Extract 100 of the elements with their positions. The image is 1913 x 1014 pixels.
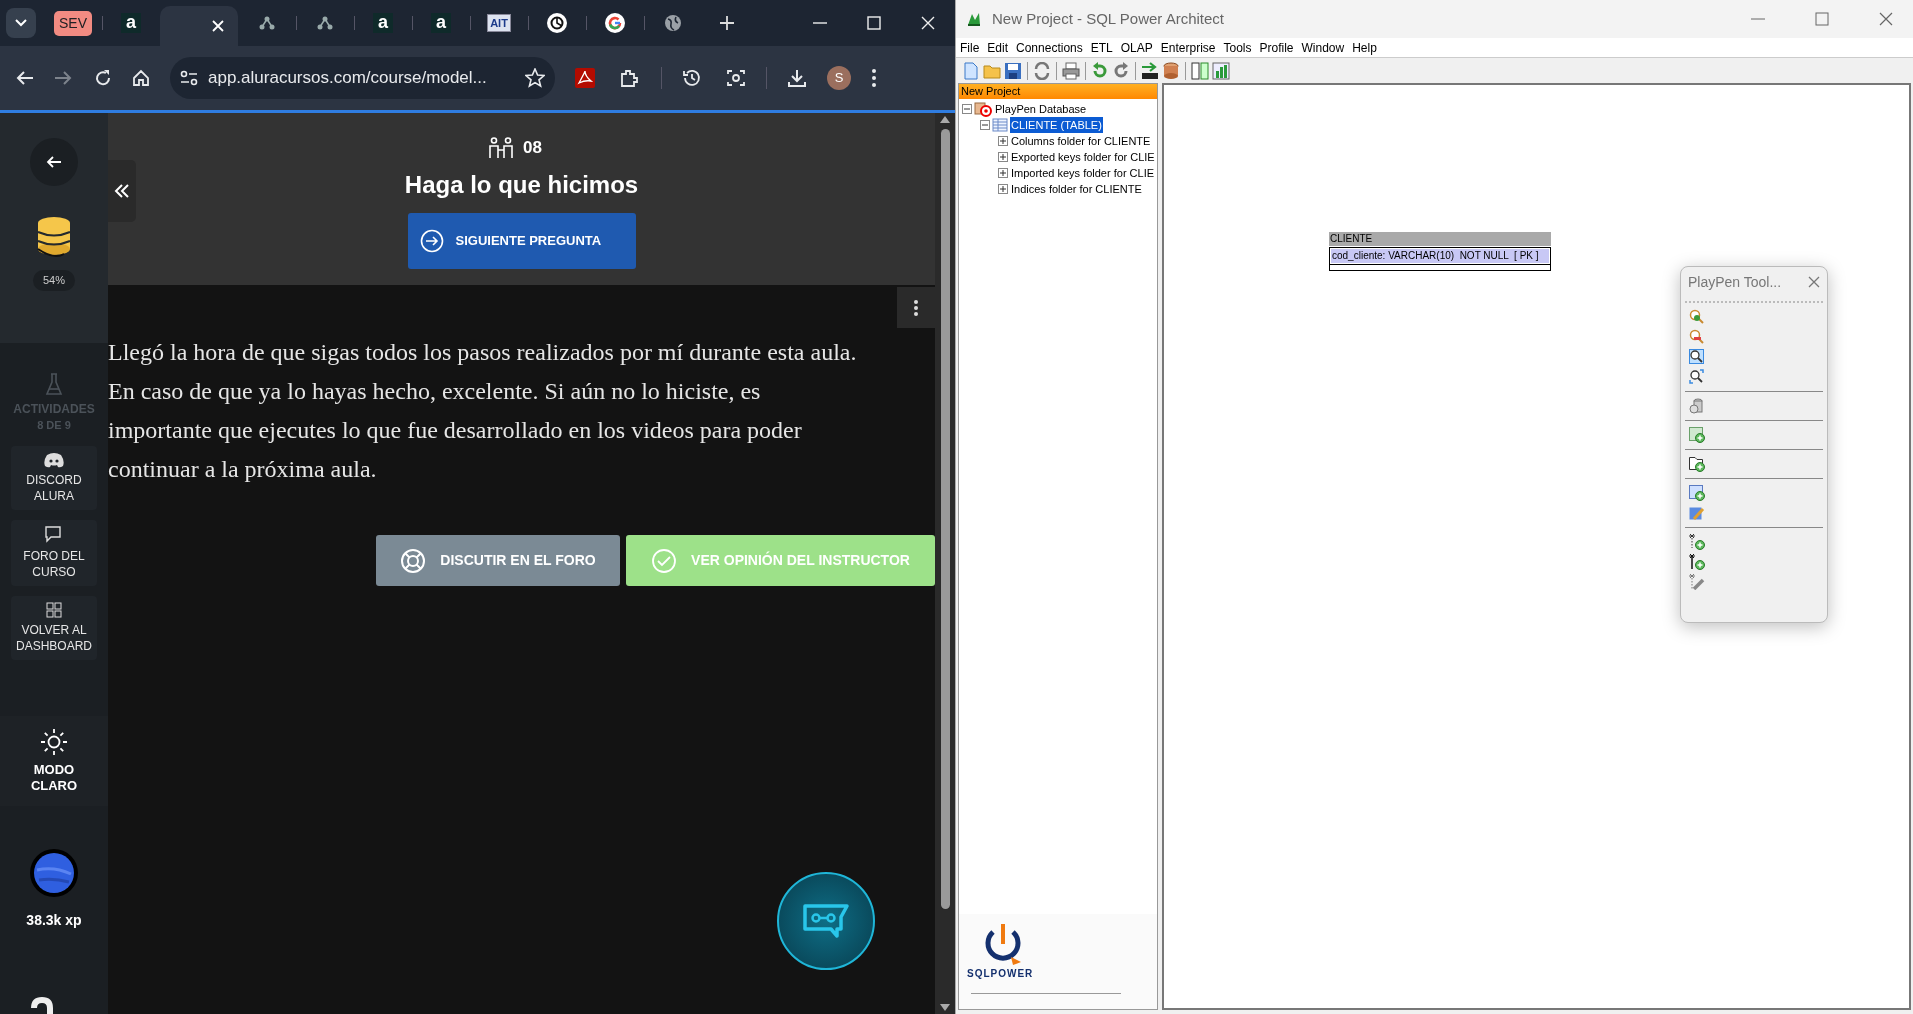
network-icon	[317, 16, 333, 30]
add-identifying-relationship-icon[interactable]	[1689, 554, 1705, 570]
more-icon[interactable]	[871, 68, 877, 88]
sidebar-label: FORO DEL CURSO	[22, 547, 86, 580]
entity-table-header[interactable]: CLIENTE	[1329, 232, 1551, 246]
options-button[interactable]	[897, 287, 935, 328]
menu-item[interactable]: Profile	[1259, 38, 1294, 57]
lesson-paragraph: Llegó la hora de que sigas todos los pasos realizados por mí durante esta aula. En caso de que ya lo hayas hecho, excelente. Si aún no lo hiciste, es importante que ejecutes lo que fue desarrollado en los videos para poder continuar a la próxima aula.	[108, 338, 858, 484]
edit-icon[interactable]	[1689, 505, 1705, 521]
xp-count: 38.3k xp	[26, 910, 82, 930]
tree-item[interactable]: CLIENTE (TABLE)	[1010, 116, 1103, 134]
next-question-button[interactable]: SIGUIENTE PREGUNTA	[407, 212, 636, 269]
menu-item[interactable]: Help	[1352, 38, 1377, 57]
pdf-icon[interactable]	[575, 68, 595, 88]
chat-icon	[45, 525, 63, 544]
chat-bubble-icon	[801, 903, 851, 939]
menu-item[interactable]: Tools	[1223, 38, 1252, 57]
tree-item[interactable]: PlayPen Database	[994, 100, 1088, 118]
menu-item[interactable]: File	[960, 38, 980, 57]
menu-item[interactable]: Connections	[1016, 38, 1083, 57]
check-circle-icon	[651, 547, 678, 574]
entity-table-body[interactable]: cod_cliente: VARCHAR(10) NOT NULL [ PK ]	[1329, 247, 1551, 271]
menu-item[interactable]: Window	[1301, 38, 1345, 57]
edit-relationship-icon[interactable]	[1689, 574, 1705, 590]
extensions-icon[interactable]	[619, 68, 639, 88]
back-button[interactable]	[30, 138, 78, 186]
redo-icon[interactable]	[1112, 61, 1130, 80]
url-text: app.aluracursos.com/course/model...	[208, 67, 488, 90]
expand-toggle-icon[interactable]	[998, 152, 1008, 162]
browser-tab[interactable]: AIT	[470, 7, 528, 39]
google-logo-icon	[605, 13, 625, 33]
add-folder-icon[interactable]	[1689, 456, 1705, 472]
screenshot-icon[interactable]	[726, 68, 746, 88]
collapse-button[interactable]	[108, 160, 136, 222]
menu-item[interactable]: ETL	[1090, 38, 1113, 57]
download-icon[interactable]	[787, 68, 807, 88]
sun-icon	[40, 727, 68, 756]
home-icon[interactable]	[132, 69, 150, 87]
lesson-title: Haga lo que hicimos	[404, 169, 639, 200]
compare-icon[interactable]	[1191, 61, 1209, 80]
print-icon[interactable]	[1062, 61, 1080, 80]
address-bar[interactable]: app.aluracursos.com/course/model...	[170, 57, 555, 99]
back-icon[interactable]	[16, 70, 34, 86]
database-icon[interactable]	[1689, 398, 1705, 414]
database-icon	[36, 216, 72, 258]
save-icon[interactable]	[1004, 61, 1022, 80]
sql-export-icon[interactable]	[1141, 61, 1159, 80]
scroll-down-icon[interactable]	[940, 1004, 950, 1012]
collapse-toggle-icon[interactable]	[980, 120, 990, 130]
star-icon[interactable]	[525, 68, 545, 88]
tab-favicon: a	[373, 13, 393, 33]
profile-avatar[interactable]: S	[827, 66, 851, 90]
zoom-fit-icon[interactable]	[1689, 349, 1705, 365]
undo-icon[interactable]	[1091, 61, 1109, 80]
site-settings-icon[interactable]	[180, 70, 198, 86]
double-chevron-left-icon	[114, 184, 130, 198]
browser-tab[interactable]: SEV	[44, 7, 102, 39]
tab-favicon: AIT	[487, 13, 511, 33]
planet-avatar-icon	[29, 847, 79, 898]
expand-toggle-icon[interactable]	[998, 168, 1008, 178]
sidebar-item[interactable]: FORO DEL CURSO	[11, 519, 97, 586]
tree-item[interactable]: Imported keys folder for CLIE	[1010, 164, 1156, 182]
new-tab-icon[interactable]	[720, 16, 734, 30]
task-number: 08	[523, 137, 542, 159]
zoom-in-icon[interactable]	[1689, 309, 1705, 325]
collapse-toggle-icon[interactable]	[962, 104, 972, 114]
add-table-icon[interactable]	[1689, 427, 1705, 443]
panel-title: New Project	[961, 85, 1021, 97]
action-button[interactable]: DISCUTIR EN EL FORO	[376, 535, 620, 586]
sidebar-item[interactable]: DISCORD ALURA	[11, 445, 97, 510]
discord-icon	[44, 451, 64, 468]
zoom-selection-icon[interactable]	[1689, 369, 1705, 385]
kebab-menu-icon	[913, 298, 919, 317]
forward-icon[interactable]	[54, 70, 72, 86]
back-arrow-icon	[46, 155, 62, 169]
add-relationship-icon[interactable]	[1689, 534, 1705, 550]
refresh-icon[interactable]	[1033, 61, 1051, 80]
database-icon[interactable]	[1162, 61, 1180, 80]
scrollbar-thumb[interactable]	[940, 129, 950, 909]
expand-toggle-icon[interactable]	[998, 184, 1008, 194]
menu-item[interactable]: Enterprise	[1160, 38, 1216, 57]
browser-tab[interactable]: a	[412, 7, 470, 39]
add-index-icon[interactable]	[1689, 485, 1705, 501]
tree-item[interactable]: Exported keys folder for CLIE	[1010, 148, 1156, 166]
history-icon[interactable]	[682, 68, 702, 88]
menu-item[interactable]: Edit	[987, 38, 1009, 57]
database-target-icon	[974, 101, 992, 117]
tab-list-button[interactable]	[6, 8, 36, 38]
zoom-out-icon[interactable]	[1689, 329, 1705, 345]
browser-tab[interactable]: a	[102, 7, 160, 39]
menu-item[interactable]: OLAP	[1120, 38, 1153, 57]
browser-tab[interactable]: a	[354, 7, 412, 39]
tree-item[interactable]: Indices folder for CLIENTE	[1010, 180, 1143, 198]
sidebar-item[interactable]: VOLVER AL DASHBOARD	[11, 595, 97, 660]
chart-icon[interactable]	[1212, 61, 1230, 80]
tree-item[interactable]: Columns folder for CLIENTE	[1010, 132, 1152, 150]
expand-toggle-icon[interactable]	[998, 136, 1008, 146]
reload-icon[interactable]	[94, 69, 112, 87]
scroll-up-icon[interactable]	[940, 115, 950, 123]
table-column-row[interactable]: cod_cliente: VARCHAR(10) NOT NULL [ PK ]	[1331, 249, 1549, 263]
